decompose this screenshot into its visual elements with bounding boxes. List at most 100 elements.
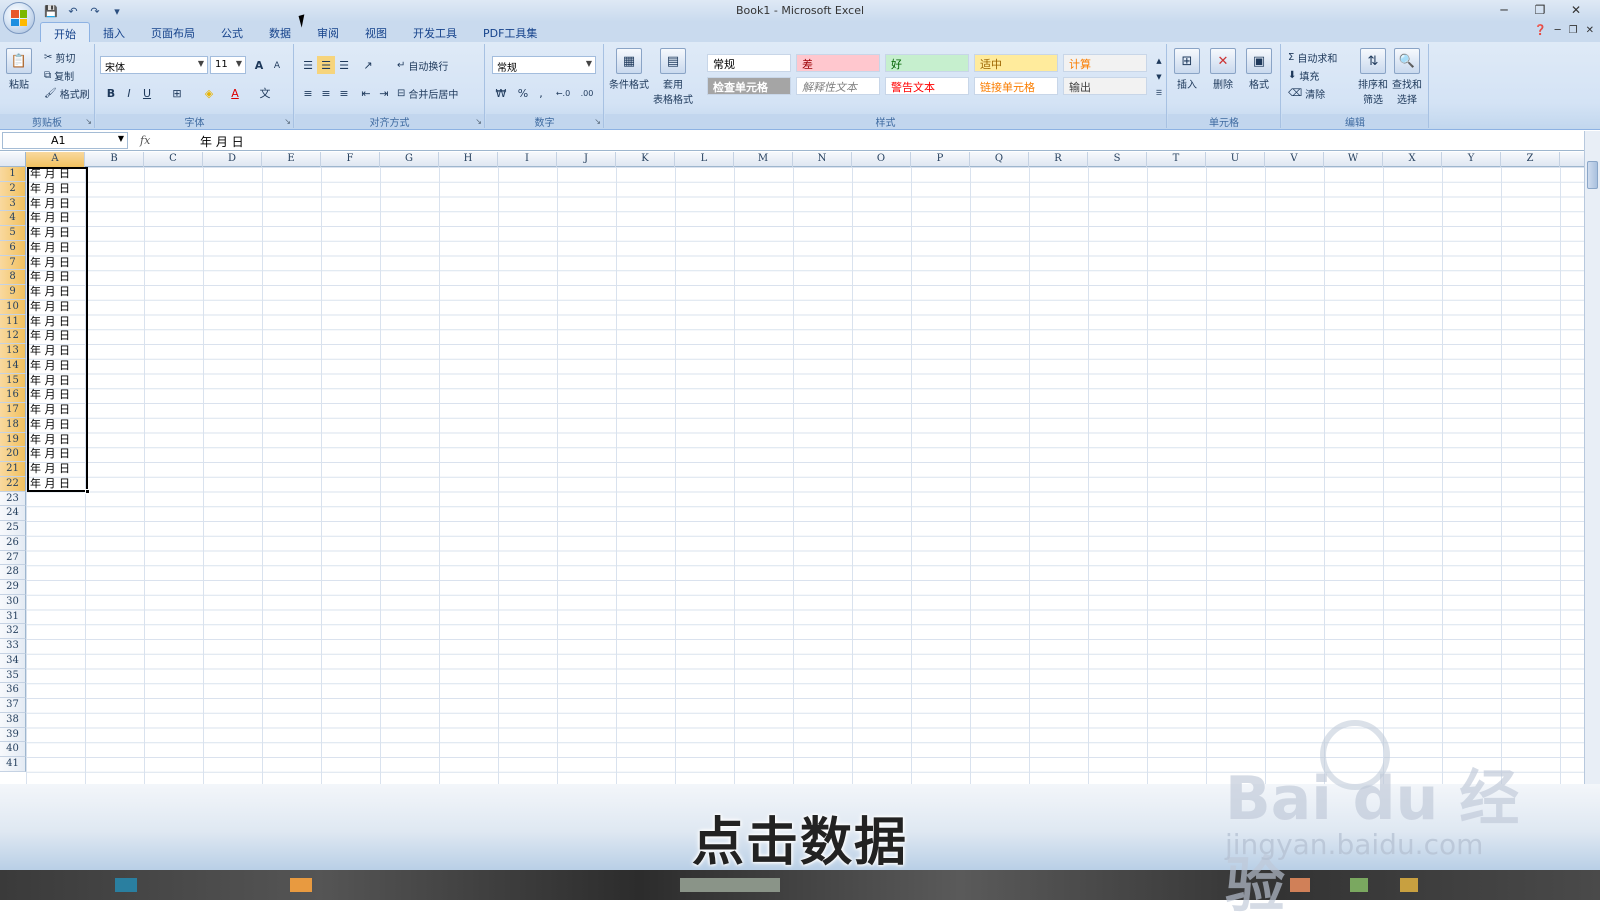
row-header-29[interactable]: 29 — [0, 580, 26, 595]
row-header-16[interactable]: 16 — [0, 388, 26, 403]
delete-cells-button[interactable]: ✕ 删除 — [1210, 48, 1236, 91]
restore-button[interactable]: ❐ — [1522, 0, 1558, 20]
insert-cells-button[interactable]: ⊞ 插入 — [1174, 48, 1200, 91]
row-header-34[interactable]: 34 — [0, 653, 26, 669]
row-header-24[interactable]: 24 — [0, 506, 26, 521]
help-icon[interactable]: ❓ — [1534, 25, 1546, 36]
align-bottom-icon[interactable]: ☰ — [335, 56, 353, 74]
column-header-d[interactable]: D — [203, 152, 262, 167]
tab-view[interactable]: 视图 — [352, 22, 400, 42]
style-normal[interactable]: 常规 — [707, 54, 791, 72]
row-header-8[interactable]: 8 — [0, 270, 26, 285]
row-header-4[interactable]: 4 — [0, 211, 26, 226]
row-header-32[interactable]: 32 — [0, 624, 26, 639]
percent-button[interactable]: % — [514, 84, 532, 102]
comma-button[interactable]: , — [532, 84, 550, 102]
taskbar-item[interactable] — [1400, 878, 1418, 892]
column-header-k[interactable]: K — [616, 152, 675, 167]
font-color-icon[interactable]: A — [226, 84, 244, 102]
office-button[interactable] — [3, 2, 35, 34]
tab-insert[interactable]: 插入 — [90, 22, 138, 42]
workbook-restore-icon[interactable]: ❐ — [1569, 25, 1578, 36]
selection-range[interactable] — [27, 167, 90, 494]
row-header-14[interactable]: 14 — [0, 358, 26, 374]
column-header-e[interactable]: E — [262, 152, 321, 167]
row-header-28[interactable]: 28 — [0, 565, 26, 580]
format-cells-button[interactable]: ▣ 格式 — [1246, 48, 1272, 91]
row-header-41[interactable]: 41 — [0, 757, 26, 772]
row-header-25[interactable]: 25 — [0, 521, 26, 536]
italic-button[interactable]: I — [120, 84, 138, 102]
customize-qat-icon[interactable]: ▾ — [108, 3, 126, 19]
workbook-close-icon[interactable]: ✕ — [1586, 25, 1594, 36]
copy-button[interactable]: ⧉ 复制 — [44, 68, 74, 83]
style-good[interactable]: 好 — [885, 54, 969, 72]
scroll-thumb[interactable] — [1587, 161, 1598, 189]
wrap-text-button[interactable]: ↵ 自动换行 — [397, 58, 448, 73]
row-header-38[interactable]: 38 — [0, 712, 26, 728]
row-header-30[interactable]: 30 — [0, 594, 26, 610]
row-header-10[interactable]: 10 — [0, 299, 26, 315]
taskbar-item[interactable] — [1350, 878, 1368, 892]
bold-button[interactable]: B — [102, 84, 120, 102]
minimize-button[interactable]: ─ — [1486, 0, 1522, 20]
increase-decimal-button[interactable]: ←.0 — [552, 84, 574, 102]
autosum-button[interactable]: Σ 自动求和 — [1288, 50, 1337, 65]
shrink-font-button[interactable]: A — [268, 57, 286, 75]
gallery-more-icon[interactable]: ☰ — [1150, 84, 1168, 102]
grow-font-button[interactable]: A — [250, 56, 268, 74]
underline-button[interactable]: U — [138, 84, 156, 102]
row-header-26[interactable]: 26 — [0, 535, 26, 551]
style-calculation[interactable]: 计算 — [1063, 54, 1147, 72]
align-top-icon[interactable]: ☰ — [299, 56, 317, 74]
tab-data[interactable]: 数据 — [256, 22, 304, 42]
format-as-table-button[interactable]: ▤ 套用 表格格式 — [653, 48, 693, 106]
column-header-h[interactable]: H — [439, 152, 498, 167]
row-header-18[interactable]: 18 — [0, 417, 26, 433]
row-header-6[interactable]: 6 — [0, 240, 26, 256]
row-header-35[interactable]: 35 — [0, 668, 26, 684]
column-header-t[interactable]: T — [1147, 152, 1206, 167]
number-launcher-icon[interactable]: ↘ — [594, 117, 601, 126]
taskbar-item[interactable] — [290, 878, 312, 892]
row-header-13[interactable]: 13 — [0, 344, 26, 359]
column-header-w[interactable]: W — [1324, 152, 1383, 167]
column-header-i[interactable]: I — [498, 152, 557, 167]
taskbar-item[interactable] — [1290, 878, 1310, 892]
worksheet-grid[interactable]: ABCDEFGHIJKLMNOPQRSTUVWXYZ 1 2 3 4 5 6 7 8 9 10 11… — [0, 152, 1584, 784]
row-header-36[interactable]: 36 — [0, 683, 26, 698]
row-header-40[interactable]: 40 — [0, 742, 26, 757]
column-header-v[interactable]: V — [1265, 152, 1324, 167]
orientation-icon[interactable]: ↗ — [359, 56, 377, 74]
row-header-2[interactable]: 2 — [0, 181, 26, 197]
row-header-37[interactable]: 37 — [0, 698, 26, 713]
row-header-23[interactable]: 23 — [0, 491, 26, 507]
row-header-20[interactable]: 20 — [0, 447, 26, 462]
style-check-cell[interactable]: 检查单元格 — [707, 77, 791, 95]
column-header-c[interactable]: C — [144, 152, 203, 167]
row-header-9[interactable]: 9 — [0, 285, 26, 300]
tab-formulas[interactable]: 公式 — [208, 22, 256, 42]
redo-icon[interactable]: ↷ — [86, 3, 104, 19]
row-header-12[interactable]: 12 — [0, 329, 26, 344]
row-header-17[interactable]: 17 — [0, 403, 26, 418]
row-header-7[interactable]: 7 — [0, 255, 26, 271]
tab-home[interactable]: 开始 — [40, 22, 90, 42]
row-header-19[interactable]: 19 — [0, 432, 26, 448]
border-icon[interactable]: ⊞ — [168, 84, 186, 102]
column-header-b[interactable]: B — [85, 152, 144, 167]
align-center-icon[interactable]: ≡ — [317, 84, 335, 102]
align-left-icon[interactable]: ≡ — [299, 84, 317, 102]
style-bad[interactable]: 差 — [796, 54, 880, 72]
name-box[interactable]: A1 ▼ — [2, 132, 128, 149]
style-linked-cell[interactable]: 链接单元格 — [974, 77, 1058, 95]
close-button[interactable]: ✕ — [1558, 0, 1594, 20]
fill-button[interactable]: ⬇ 填充 — [1288, 68, 1319, 83]
style-output[interactable]: 输出 — [1063, 77, 1147, 95]
alignment-launcher-icon[interactable]: ↘ — [475, 117, 482, 126]
taskbar-item[interactable] — [115, 878, 137, 892]
format-painter-button[interactable]: 🖌 格式刷 — [44, 86, 90, 101]
font-size-combo[interactable]: 11 ▼ — [210, 56, 246, 74]
sort-filter-button[interactable]: ⇅ 排序和 筛选 — [1358, 48, 1388, 106]
row-header-3[interactable]: 3 — [0, 196, 26, 212]
